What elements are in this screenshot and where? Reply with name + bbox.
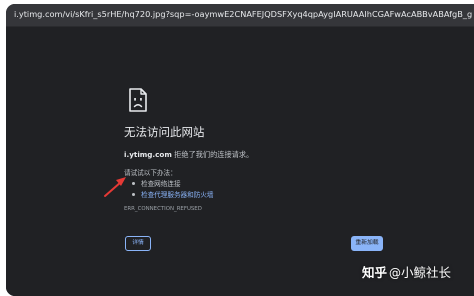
suggestions-list: 检查网络连接 检查代理服务器和防火墙 xyxy=(132,179,214,201)
url-text[interactable]: i.ytimg.com/vi/sKfri_s5rHE/hq720.jpg?sqp… xyxy=(14,8,472,20)
watermark-at: @ xyxy=(389,266,402,280)
suggestion-check-proxy-firewall[interactable]: 检查代理服务器和防火墙 xyxy=(132,190,214,201)
watermark-author: 小鲸社长 xyxy=(401,265,452,280)
sad-page-icon xyxy=(129,88,147,112)
suggestion-check-network: 检查网络连接 xyxy=(132,179,214,190)
reload-button[interactable]: 重新加载 xyxy=(351,236,383,251)
details-button[interactable]: 详情 xyxy=(125,236,151,251)
watermark-platform: 知乎 xyxy=(362,265,388,280)
error-code: ERR_CONNECTION_REFUSED xyxy=(124,206,202,212)
suggestion-label: 检查网络连接 xyxy=(141,180,181,188)
error-page xyxy=(6,27,474,296)
screenshot-frame: i.ytimg.com/vi/sKfri_s5rHE/hq720.jpg?sqp… xyxy=(0,0,474,296)
error-host: i.ytimg.com xyxy=(124,150,172,159)
suggestions-heading: 请试试以下办法： xyxy=(124,169,177,177)
error-description-text: 拒绝了我们的连接请求。 xyxy=(171,150,254,159)
watermark: 知乎 @小鲸社长 xyxy=(362,261,451,285)
error-description: i.ytimg.com 拒绝了我们的连接请求。 xyxy=(124,150,253,160)
suggestion-link[interactable]: 检查代理服务器和防火墙 xyxy=(141,191,214,199)
error-title: 无法访问此网站 xyxy=(124,125,205,139)
bullet-icon xyxy=(132,182,135,185)
bullet-icon xyxy=(132,193,135,196)
address-bar[interactable]: i.ytimg.com/vi/sKfri_s5rHE/hq720.jpg?sqp… xyxy=(6,4,474,27)
